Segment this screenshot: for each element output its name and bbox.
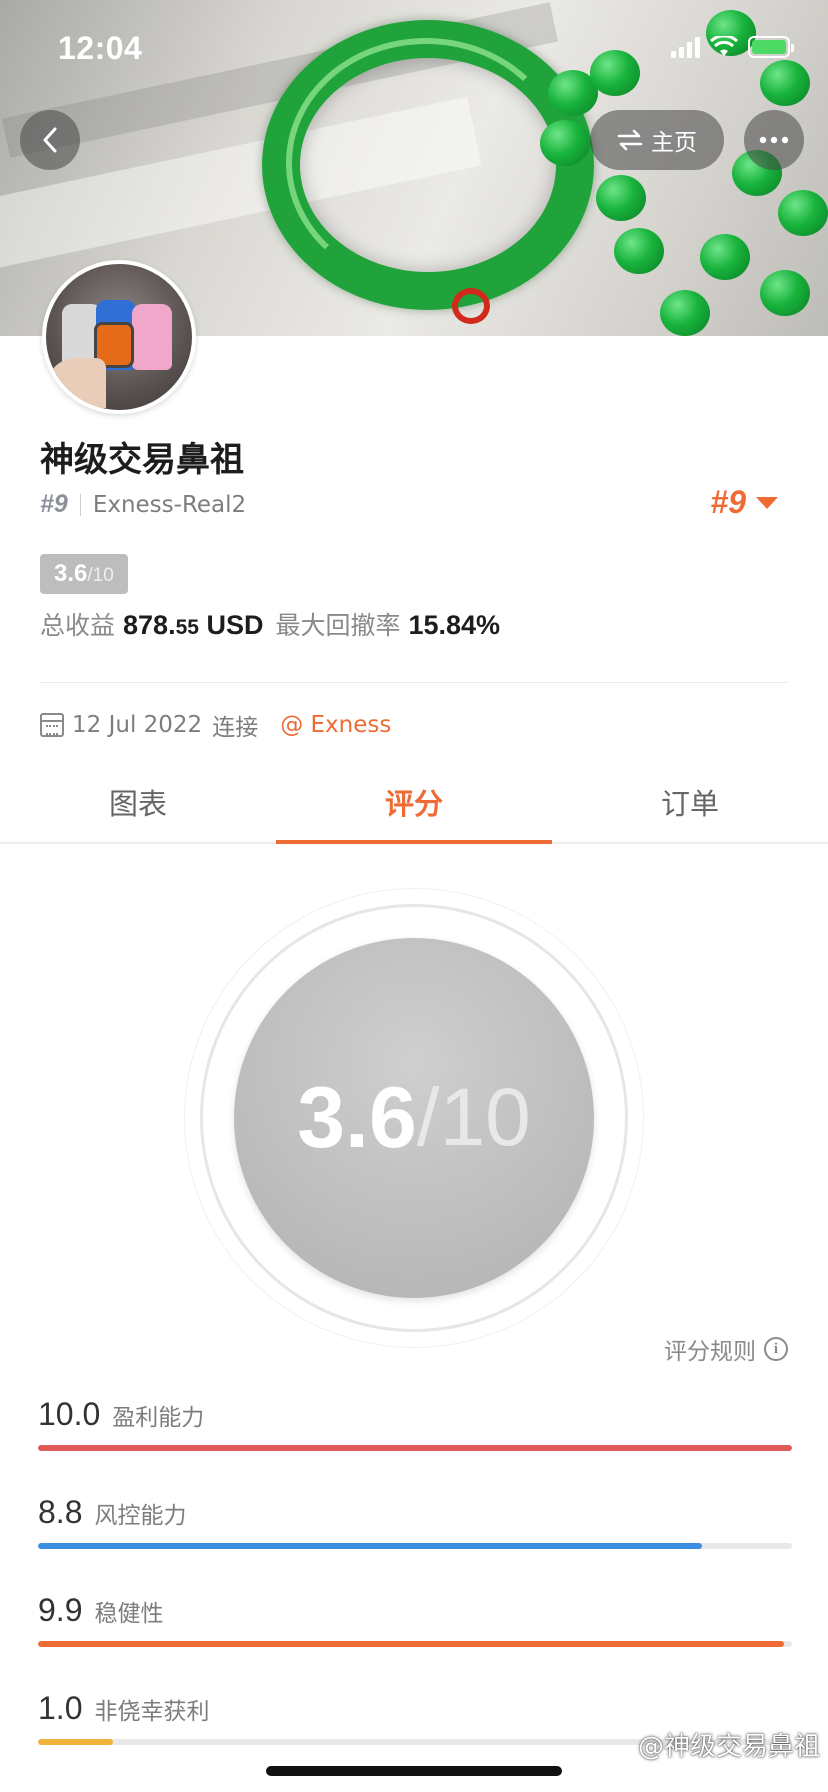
- metric-bar: [38, 1445, 792, 1451]
- metric-risk-control: 8.8 风控能力: [38, 1494, 792, 1549]
- metric-value: 10.0: [38, 1396, 101, 1432]
- tab-orders[interactable]: 订单: [552, 762, 828, 842]
- metric-label: 非侥幸获利: [94, 1699, 210, 1725]
- cellular-signal-icon: [671, 36, 700, 58]
- caret-down-icon: [756, 496, 778, 509]
- metric-value: 1.0: [38, 1690, 83, 1726]
- metric-profitability: 10.0 盈利能力: [38, 1396, 792, 1451]
- score-rules-link[interactable]: 评分规则 i: [664, 1332, 788, 1366]
- calendar-icon: [40, 713, 64, 737]
- connect-label: 连接: [212, 715, 259, 741]
- chevron-left-icon: [43, 127, 57, 153]
- tab-score[interactable]: 评分: [276, 762, 552, 844]
- metric-bar: [38, 1543, 792, 1549]
- broker-link[interactable]: @ Exness: [280, 712, 391, 738]
- rank-row: #9 Exness-Real2: [40, 490, 246, 519]
- score-gauge: 3.6 /10: [234, 938, 594, 1298]
- account-name: Exness-Real2: [92, 491, 247, 518]
- max-drawdown-label: 最大回撤率: [275, 611, 401, 640]
- wifi-icon: [710, 36, 738, 56]
- metric-bar-fill: [38, 1739, 114, 1745]
- home-indicator: [266, 1766, 562, 1776]
- swap-arrows-icon: [617, 129, 643, 151]
- home-label: 主页: [651, 130, 697, 156]
- tab-bar: 图表 评分 订单: [0, 762, 828, 844]
- info-icon: i: [764, 1337, 788, 1361]
- score-rules-label: 评分规则: [664, 1339, 756, 1365]
- metric-bar: [38, 1641, 792, 1647]
- gauge-value: 3.6: [297, 1069, 417, 1166]
- metric-label: 稳健性: [94, 1601, 164, 1627]
- rank-dropdown[interactable]: #9: [710, 484, 778, 521]
- battery-icon: [748, 36, 794, 58]
- status-icons: [671, 36, 794, 58]
- metric-label: 盈利能力: [112, 1405, 205, 1431]
- back-button[interactable]: [20, 110, 80, 170]
- metric-value: 9.9: [38, 1592, 83, 1628]
- metric-stability: 9.9 稳健性: [38, 1592, 792, 1647]
- status-time: 12:04: [58, 30, 143, 66]
- metric-bar-fill: [38, 1445, 792, 1451]
- connect-date: 12 Jul 2022: [72, 712, 203, 738]
- total-profit-value: 878.55 USD: [123, 610, 264, 640]
- stats-row: 总收益 878.55 USD 最大回撤率 15.84%: [40, 606, 512, 642]
- max-drawdown-value: 15.84%: [408, 610, 501, 640]
- score-badge: 3.6 /10: [40, 554, 128, 594]
- divider: [79, 493, 81, 516]
- metric-value: 8.8: [38, 1494, 83, 1530]
- connect-row: 12 Jul 2022 连接 @ Exness: [40, 708, 391, 742]
- metric-bar-fill: [38, 1543, 702, 1549]
- more-dots-icon: [759, 136, 789, 144]
- trader-name: 神级交易鼻祖: [40, 440, 244, 480]
- score-max: /10: [87, 565, 114, 586]
- tab-chart[interactable]: 图表: [0, 762, 276, 842]
- score-value: 3.6: [54, 560, 88, 587]
- watermark: @神级交易鼻祖: [637, 1732, 820, 1762]
- section-divider: [40, 682, 788, 683]
- avatar[interactable]: [42, 260, 196, 414]
- total-profit-label: 总收益: [40, 611, 116, 640]
- rank-badge: #9: [710, 484, 746, 520]
- metric-label: 风控能力: [94, 1503, 187, 1529]
- more-button[interactable]: [744, 110, 804, 170]
- gauge-max: /10: [416, 1072, 531, 1163]
- rank-text: #9: [40, 490, 68, 518]
- home-button[interactable]: 主页: [590, 110, 724, 170]
- metric-bar-fill: [38, 1641, 785, 1647]
